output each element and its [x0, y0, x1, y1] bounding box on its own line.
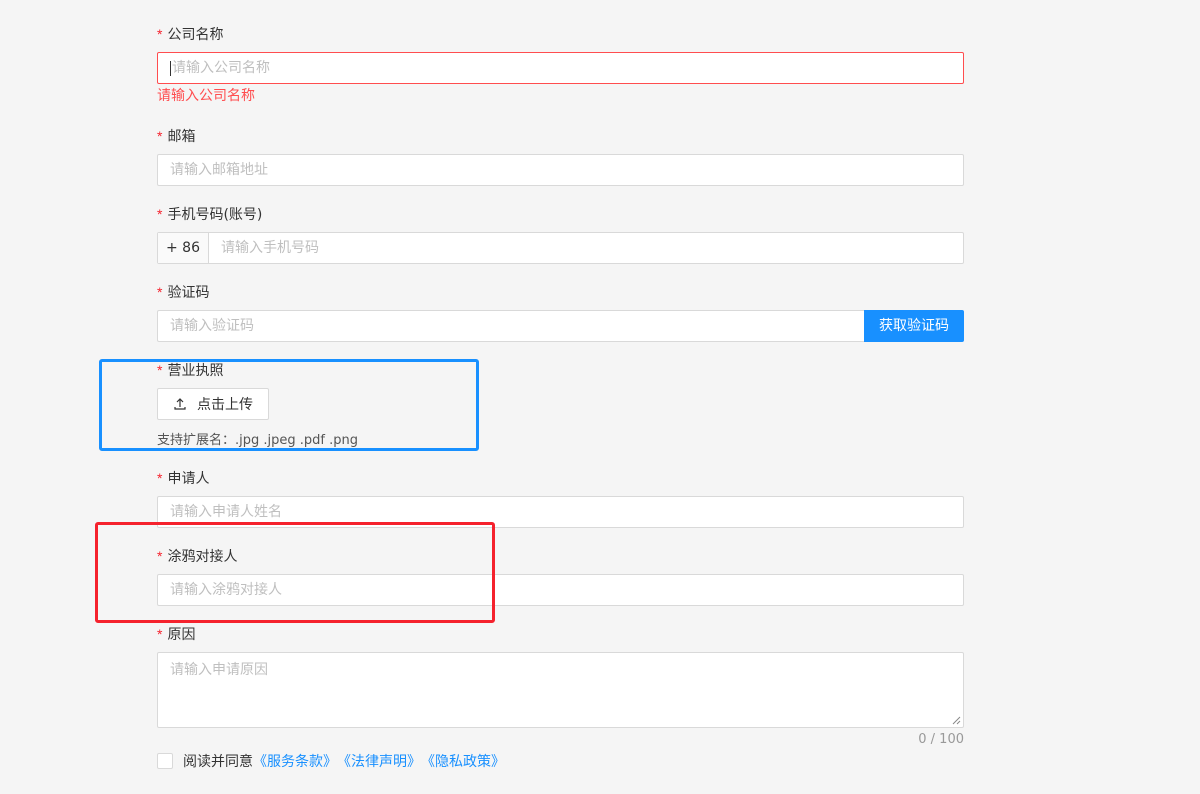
- reason-label: * 原因: [157, 624, 964, 644]
- company-placeholder: 请输入公司名称: [172, 60, 270, 76]
- company-label: * 公司名称: [157, 24, 964, 44]
- get-code-button[interactable]: 获取验证码: [864, 310, 964, 342]
- agreement-row: 阅读并同意 《服务条款》 《法律声明》 《隐私政策》: [157, 751, 505, 771]
- email-label: * 邮箱: [157, 126, 964, 146]
- code-input-group: 请输入验证码 获取验证码: [157, 310, 964, 342]
- resize-handle-icon[interactable]: [951, 715, 961, 725]
- char-counter: 0 / 100: [918, 732, 964, 747]
- company-label-text: 公司名称: [167, 27, 224, 43]
- agreement-text: 阅读并同意: [183, 754, 253, 770]
- phone-input[interactable]: 请输入手机号码: [209, 233, 331, 263]
- applicant-field: * 申请人 请输入申请人姓名: [157, 468, 964, 528]
- required-mark: *: [157, 470, 163, 486]
- email-placeholder: 请输入邮箱地址: [170, 162, 268, 178]
- company-field: * 公司名称 请输入公司名称 请输入公司名称: [157, 24, 964, 106]
- applicant-label: * 申请人: [157, 468, 964, 488]
- reason-label-text: 原因: [167, 627, 196, 643]
- text-caret: [170, 60, 171, 76]
- email-input[interactable]: 请输入邮箱地址: [157, 154, 964, 186]
- email-field: * 邮箱 请输入邮箱地址: [157, 126, 964, 186]
- code-field: * 验证码 请输入验证码 获取验证码: [157, 282, 964, 342]
- required-mark: *: [157, 128, 163, 144]
- required-mark: *: [157, 284, 163, 300]
- company-error-message: 请输入公司名称: [157, 88, 255, 104]
- phone-placeholder: 请输入手机号码: [221, 240, 319, 256]
- phone-label: * 手机号码(账号): [157, 204, 964, 224]
- reason-textarea[interactable]: 请输入申请原因: [157, 652, 964, 728]
- highlight-box-blue: [99, 359, 479, 451]
- phone-field: * 手机号码(账号) + 86 请输入手机号码: [157, 204, 964, 264]
- country-code-prefix[interactable]: + 86: [158, 233, 209, 263]
- legal-link[interactable]: 《法律声明》: [337, 751, 421, 771]
- reason-field: * 原因 请输入申请原因 0 / 100: [157, 624, 964, 749]
- code-placeholder: 请输入验证码: [170, 318, 254, 334]
- applicant-placeholder: 请输入申请人姓名: [170, 504, 282, 520]
- required-mark: *: [157, 206, 163, 222]
- reason-placeholder: 请输入申请原因: [170, 662, 268, 678]
- agreement-checkbox[interactable]: [157, 753, 173, 769]
- required-mark: *: [157, 26, 163, 42]
- privacy-link[interactable]: 《隐私政策》: [421, 751, 505, 771]
- terms-link[interactable]: 《服务条款》: [253, 751, 337, 771]
- highlight-box-red: [95, 522, 495, 623]
- required-mark: *: [157, 626, 163, 642]
- code-input[interactable]: 请输入验证码: [157, 310, 864, 342]
- applicant-label-text: 申请人: [167, 471, 210, 487]
- code-label: * 验证码: [157, 282, 964, 302]
- phone-label-text: 手机号码(账号): [167, 207, 263, 223]
- email-label-text: 邮箱: [167, 129, 196, 145]
- company-input[interactable]: 请输入公司名称: [157, 52, 964, 84]
- phone-input-group: + 86 请输入手机号码: [157, 232, 964, 264]
- code-label-text: 验证码: [167, 285, 210, 301]
